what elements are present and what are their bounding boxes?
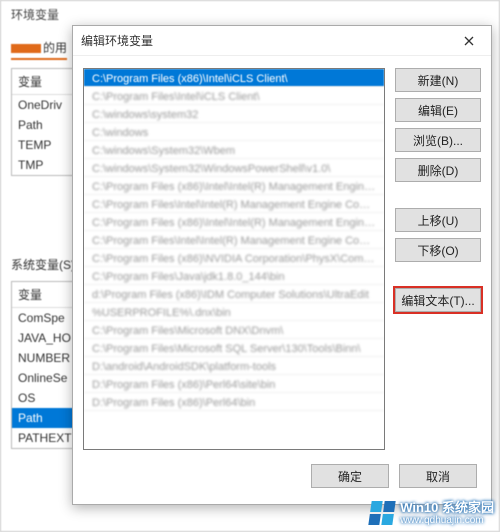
move-down-button[interactable]: 下移(O) (395, 238, 481, 262)
list-item[interactable]: C:\windows (84, 123, 384, 141)
list-item[interactable]: C:\Program Files\Intel\Intel(R) Manageme… (84, 231, 384, 249)
dialog-footer: 确定 取消 (73, 458, 491, 504)
ok-button[interactable]: 确定 (311, 464, 389, 488)
list-item[interactable]: C:\Program Files\Microsoft SQL Server\13… (84, 339, 384, 357)
list-item[interactable]: C:\Program Files\Java\jdk1.8.0_144\bin (84, 267, 384, 285)
dialog-title: 编辑环境变量 (81, 32, 455, 49)
list-item[interactable]: C:\windows\System32\WindowsPowerShell\v1… (84, 159, 384, 177)
list-item[interactable]: C:\Program Files\Intel\iCLS Client\ (84, 87, 384, 105)
browse-button[interactable]: 浏览(B)... (395, 128, 481, 152)
list-item[interactable]: C:\Program Files (x86)\Intel\Intel(R) Ma… (84, 177, 384, 195)
path-entries-list[interactable]: C:\Program Files (x86)\Intel\iCLS Client… (83, 68, 385, 450)
edit-text-button[interactable]: 编辑文本(T)... (395, 288, 481, 312)
new-button[interactable]: 新建(N) (395, 68, 481, 92)
list-item[interactable]: D:\Program Files (x86)\Perl64\bin (84, 393, 384, 411)
list-item[interactable]: C:\Program Files (x86)\Intel\Intel(R) Ma… (84, 213, 384, 231)
edit-env-var-dialog: 编辑环境变量 C:\Program Files (x86)\Intel\iCLS… (72, 25, 492, 505)
list-item[interactable]: C:\Program Files (x86)\Intel\iCLS Client… (84, 69, 384, 87)
list-item[interactable]: D:\android\AndroidSDK\platform-tools (84, 357, 384, 375)
cancel-button[interactable]: 取消 (399, 464, 477, 488)
titlebar: 编辑环境变量 (73, 26, 491, 56)
list-item[interactable]: %USERPROFILE%\.dnx\bin (84, 303, 384, 321)
list-item[interactable]: C:\windows\System32\Wbem (84, 141, 384, 159)
close-icon[interactable] (455, 30, 483, 52)
list-item[interactable]: C:\Program Files\Microsoft DNX\Dnvm\ (84, 321, 384, 339)
side-buttons: 新建(N) 编辑(E) 浏览(B)... 删除(D) 上移(U) 下移(O) 编… (395, 68, 481, 450)
list-item[interactable]: C:\Program Files\Intel\Intel(R) Manageme… (84, 195, 384, 213)
list-item[interactable]: C:\windows\system32 (84, 105, 384, 123)
list-item[interactable]: D:\Program Files (x86)\Perl64\site\bin (84, 375, 384, 393)
delete-button[interactable]: 删除(D) (395, 158, 481, 182)
list-item[interactable]: d:\Program Files (x86)\IDM Computer Solu… (84, 285, 384, 303)
user-vars-section-label: 的用 (11, 39, 67, 60)
list-item[interactable]: C:\Program Files (x86)\NVIDIA Corporatio… (84, 249, 384, 267)
edit-button[interactable]: 编辑(E) (395, 98, 481, 122)
move-up-button[interactable]: 上移(U) (395, 208, 481, 232)
